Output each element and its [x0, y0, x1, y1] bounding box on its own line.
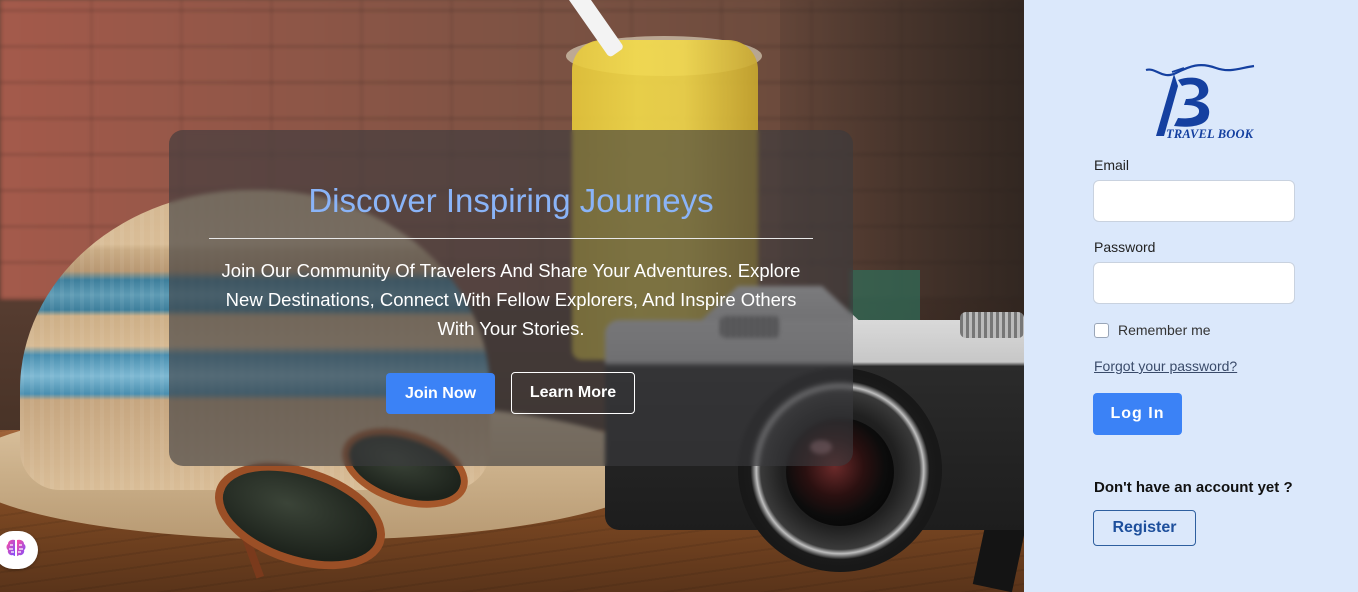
email-label: Email: [1094, 157, 1130, 173]
forgot-password-link[interactable]: Forgot your password?: [1094, 358, 1237, 374]
login-button[interactable]: Log In: [1093, 393, 1182, 435]
hero-section: Discover Inspiring Journeys Join Our Com…: [0, 0, 1024, 592]
password-field[interactable]: [1093, 262, 1295, 304]
login-panel: TRAVEL BOOK Email Password Remember me F…: [1024, 0, 1358, 592]
hero-divider: [209, 238, 813, 239]
no-account-text: Don't have an account yet ?: [1094, 479, 1293, 496]
hero-description: Join Our Community Of Travelers And Shar…: [221, 260, 801, 339]
remember-me-label[interactable]: Remember me: [1118, 322, 1211, 338]
learn-more-button[interactable]: Learn More: [511, 372, 635, 414]
hero-title: Discover Inspiring Journeys: [308, 182, 714, 219]
email-field[interactable]: [1093, 180, 1295, 222]
brain-icon: [5, 538, 27, 563]
brand-name: TRAVEL BOOK: [1166, 127, 1254, 141]
remember-me-checkbox[interactable]: [1094, 323, 1109, 338]
join-now-button[interactable]: Join Now: [386, 373, 495, 414]
assistant-button[interactable]: [0, 531, 38, 569]
hero-card: Discover Inspiring Journeys Join Our Com…: [169, 130, 853, 466]
photo-camera-dial: [960, 312, 1024, 338]
password-label: Password: [1094, 239, 1156, 255]
register-button[interactable]: Register: [1093, 510, 1196, 546]
